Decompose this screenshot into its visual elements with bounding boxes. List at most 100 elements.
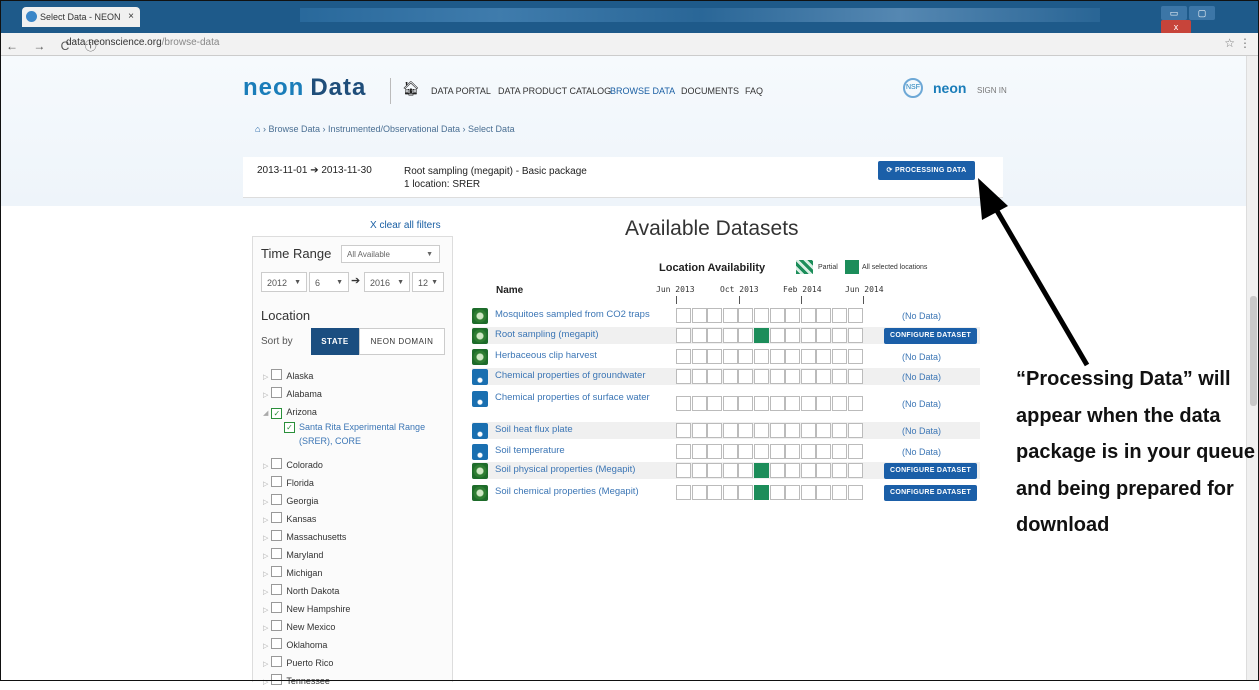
collapsed-caret-icon[interactable]: ▷ (263, 607, 268, 614)
dataset-name-link[interactable]: Soil heat flux plate (495, 424, 665, 436)
collapsed-caret-icon[interactable]: ▷ (263, 571, 268, 578)
state-item[interactable]: ▷ Puerto Rico (263, 656, 333, 671)
configure-dataset-button[interactable]: CONFIGURE DATASET (884, 463, 977, 479)
state-checkbox[interactable] (271, 602, 283, 613)
state-item[interactable]: ▷ Kansas (263, 512, 316, 527)
start-year-select[interactable]: 2012 ▼ (261, 272, 307, 292)
breadcrumb-home-icon[interactable]: ⌂ (255, 124, 260, 134)
sort-state-button[interactable]: STATE (311, 328, 359, 355)
expanded-caret-icon[interactable]: ◢ (263, 410, 268, 417)
tab-close-icon[interactable]: × (128, 7, 134, 27)
nsf-logo[interactable]: NSF (903, 78, 923, 98)
state-checkbox[interactable] (271, 369, 283, 380)
collapsed-caret-icon[interactable]: ▷ (263, 481, 268, 488)
dataset-name-link[interactable]: Chemical properties of surface water (495, 392, 665, 404)
state-checkbox[interactable] (271, 387, 283, 398)
state-checkbox[interactable] (271, 530, 283, 541)
no-data-label: (No Data) (902, 426, 942, 436)
state-item[interactable]: ▷ New Mexico (263, 620, 335, 635)
dataset-name-link[interactable]: Mosquitoes sampled from CO2 traps (495, 309, 665, 321)
collapsed-caret-icon[interactable]: ▷ (263, 517, 268, 524)
nav-faq[interactable]: FAQ (745, 86, 763, 96)
nav-browse-data[interactable]: BROWSE DATA (610, 86, 675, 96)
logo-neon: neon (243, 74, 305, 101)
home-icon[interactable]: 🏠︎ (402, 80, 420, 97)
collapsed-caret-icon[interactable]: ▷ (263, 679, 268, 686)
state-item[interactable]: ▷ New Hampshire (263, 602, 350, 617)
collapsed-caret-icon[interactable]: ▷ (263, 392, 268, 399)
processing-data-label: PROCESSING DATA (894, 167, 967, 174)
nav-documents[interactable]: DOCUMENTS (681, 86, 739, 96)
availability-cell (738, 328, 754, 343)
dataset-name-link[interactable]: Chemical properties of groundwater (495, 370, 665, 382)
state-checkbox[interactable] (271, 494, 283, 505)
state-checkbox[interactable] (271, 458, 283, 469)
browser-menu-icon[interactable]: ⋮ (1239, 36, 1251, 50)
collapsed-caret-icon[interactable]: ▷ (263, 661, 268, 668)
sort-neon-domain-button[interactable]: NEON DOMAIN (359, 328, 445, 355)
dataset-name-link[interactable]: Herbaceous clip harvest (495, 350, 665, 362)
state-checkbox[interactable]: ✓ (271, 408, 283, 419)
state-item[interactable]: ▷ Alabama (263, 387, 322, 402)
organism-icon (472, 308, 488, 324)
end-year-select[interactable]: 2016 ▼ (364, 272, 410, 292)
collapsed-caret-icon[interactable]: ▷ (263, 535, 268, 542)
state-checkbox[interactable] (271, 674, 283, 685)
start-month-select[interactable]: 6 ▼ (309, 272, 349, 292)
state-checkbox[interactable] (271, 566, 283, 577)
collapsed-caret-icon[interactable]: ▷ (263, 374, 268, 381)
nav-data-portal[interactable]: DATA PORTAL (431, 86, 491, 96)
sign-in-link[interactable]: SIGN IN (977, 86, 1007, 95)
breadcrumb-instrumented[interactable]: Instrumented/Observational Data (328, 124, 460, 134)
collapsed-caret-icon[interactable]: ▷ (263, 553, 268, 560)
site-checkbox[interactable]: ✓ (284, 422, 295, 433)
state-item[interactable]: ▷ North Dakota (263, 584, 339, 599)
availability-cell (738, 423, 754, 438)
nav-data-product-catalog[interactable]: DATA PRODUCT CATALOG (498, 86, 611, 96)
state-item[interactable]: ▷ Michigan (263, 566, 322, 581)
state-item[interactable]: ▷ Alaska (263, 369, 313, 384)
state-item[interactable]: ▷ Colorado (263, 458, 323, 473)
state-checkbox[interactable] (271, 656, 283, 667)
site-srer[interactable]: ✓ Santa Rita Experimental Range (SRER), C… (284, 420, 445, 448)
collapsed-caret-icon[interactable]: ▷ (263, 643, 268, 650)
minimize-button[interactable]: ▭ (1161, 6, 1187, 20)
clear-all-filters-link[interactable]: X clear all filters (370, 220, 441, 231)
collapsed-caret-icon[interactable]: ▷ (263, 589, 268, 596)
state-checkbox[interactable] (271, 584, 283, 595)
state-checkbox[interactable] (271, 512, 283, 523)
dataset-name-link[interactable]: Root sampling (megapit) (495, 329, 665, 341)
breadcrumb-browse-data[interactable]: Browse Data (268, 124, 320, 134)
dataset-name-link[interactable]: Soil chemical properties (Megapit) (495, 486, 665, 498)
neon-logo-small[interactable]: neon (933, 80, 966, 96)
availability-cell (769, 308, 785, 323)
state-checkbox[interactable] (271, 548, 283, 559)
collapsed-caret-icon[interactable]: ▷ (263, 499, 268, 506)
state-item[interactable]: ▷ Florida (263, 476, 314, 491)
close-window-button[interactable]: x (1161, 20, 1191, 34)
state-checkbox[interactable] (271, 638, 283, 649)
state-item[interactable]: ◢ ✓ Arizona (263, 405, 317, 420)
state-item[interactable]: ▷ Georgia (263, 494, 318, 509)
maximize-button[interactable]: ▢ (1189, 6, 1215, 20)
browser-tab[interactable]: Select Data - NEON Data × (22, 7, 140, 42)
collapsed-caret-icon[interactable]: ▷ (263, 625, 268, 632)
availability-cell (754, 485, 769, 500)
state-item[interactable]: ▷ Massachusetts (263, 530, 346, 545)
end-month-select[interactable]: 12 ▼ (412, 272, 444, 292)
state-item[interactable]: ▷ Oklahoma (263, 638, 327, 653)
configure-dataset-button[interactable]: CONFIGURE DATASET (884, 485, 977, 501)
time-range-select[interactable]: All Available ▼ (341, 245, 440, 263)
state-checkbox[interactable] (271, 476, 283, 487)
dataset-name-link[interactable]: Soil temperature (495, 445, 665, 457)
bookmark-star-icon[interactable]: ☆ (1224, 36, 1235, 50)
availability-cell (847, 423, 863, 438)
state-item[interactable]: ▷ Tennessee (263, 674, 330, 689)
neon-data-logo[interactable]: neon Data (243, 74, 366, 102)
state-checkbox[interactable] (271, 620, 283, 631)
state-item[interactable]: ▷ Maryland (263, 548, 323, 563)
availability-cell (800, 349, 816, 364)
url-field[interactable]: data.neonscience.org/browse-data (66, 37, 219, 48)
collapsed-caret-icon[interactable]: ▷ (263, 463, 268, 470)
dataset-name-link[interactable]: Soil physical properties (Megapit) (495, 464, 665, 476)
